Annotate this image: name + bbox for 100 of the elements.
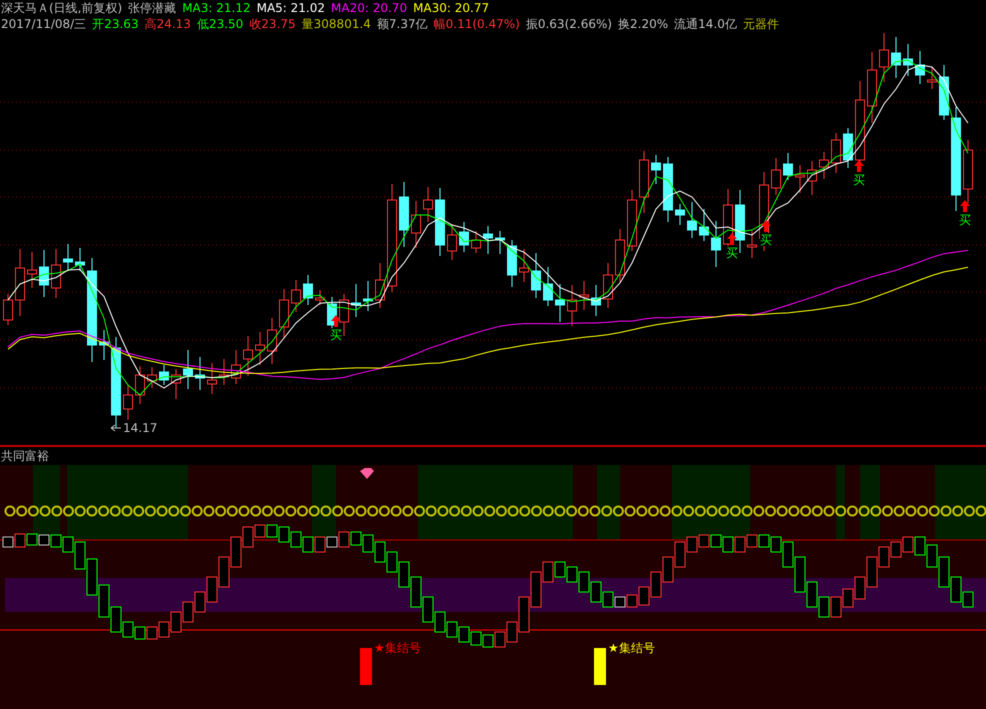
candlestick (195, 356, 205, 390)
candlestick (183, 350, 193, 390)
quote-value: 收23.75 (249, 16, 296, 32)
arrow-up-icon (727, 233, 737, 245)
candlestick (699, 208, 709, 242)
candlestick (27, 252, 37, 288)
signal-label: ★集结号 (374, 641, 421, 655)
candlestick (363, 280, 373, 312)
candlestick (867, 52, 877, 124)
candlestick (891, 36, 901, 78)
candlestick (243, 336, 253, 376)
candlestick (555, 284, 565, 322)
candlestick (711, 220, 721, 268)
candlestick (459, 222, 469, 252)
candlestick (423, 186, 433, 222)
candlestick (39, 250, 49, 298)
low-marker-arrow-icon (110, 424, 122, 432)
candlestick (771, 158, 781, 196)
quote-value: 量308801.4 (302, 16, 371, 32)
signal-label: ★集结号 (608, 641, 655, 655)
quote-value: 元器件 (742, 16, 779, 32)
candlestick (783, 152, 793, 180)
candlestick (291, 280, 301, 312)
candlestick (963, 140, 973, 204)
candlestick (879, 32, 889, 82)
candlestick (303, 274, 313, 306)
quote-value: 高24.13 (144, 16, 191, 32)
candlestick (99, 330, 109, 360)
candlestick (267, 318, 277, 364)
candlestick (171, 368, 181, 400)
candlestick (219, 358, 229, 386)
candlestick (927, 66, 937, 90)
candlestick (435, 188, 445, 256)
candlestick (231, 350, 241, 384)
candlestick (639, 150, 649, 214)
candlestick (591, 284, 601, 316)
candlestick (939, 64, 949, 120)
candlestick (627, 190, 637, 252)
candlestick (687, 202, 697, 238)
candlestick (819, 152, 829, 180)
candlestick (63, 244, 73, 270)
quote-value: 幅0.11(0.47%) (434, 16, 520, 32)
candlestick (567, 284, 577, 326)
candlestick (351, 284, 361, 318)
moving-average-value: MA5: 21.02 (256, 0, 326, 16)
candlestick (807, 160, 817, 196)
arrow-up-icon (854, 160, 864, 172)
candlestick (615, 228, 625, 282)
quote-value: 开23.63 (92, 16, 139, 32)
stock-title: 深天马Ａ(日线,前复权) (1, 0, 122, 16)
buy-signal-label: 买 (853, 173, 865, 187)
quote-value: 额7.37亿 (376, 16, 428, 32)
candlestick (747, 230, 757, 258)
arrow-up-icon (331, 315, 341, 327)
indicator-title: 共同富裕 (0, 448, 49, 465)
candlestick (3, 294, 13, 326)
candlestick (135, 366, 145, 404)
candlestick (375, 262, 385, 308)
candlestick (519, 248, 529, 282)
candlestick (843, 128, 853, 168)
quote-value: 振0.63(2.66%) (526, 16, 612, 32)
candlestick (675, 204, 685, 226)
quote-value: 流通14.0亿 (674, 16, 737, 32)
candlestick (51, 248, 61, 298)
moving-average-value: MA30: 20.77 (413, 0, 490, 16)
candlestick (795, 164, 805, 194)
candlestick (471, 230, 481, 254)
candlestick (495, 230, 505, 254)
candlestick (123, 384, 133, 420)
moving-average-value: MA3: 21.12 (182, 0, 251, 16)
candlestick (663, 156, 673, 222)
candlestick (315, 290, 325, 306)
candlestick (831, 132, 841, 174)
gem-icon (360, 468, 374, 479)
candlestick (543, 266, 553, 306)
candlestick (207, 362, 217, 394)
candlestick (915, 50, 925, 84)
candlestick (399, 182, 409, 248)
quote-value: 换2.20% (618, 16, 668, 32)
candlestick (411, 200, 421, 248)
candlestick (15, 248, 25, 316)
candlestick (531, 252, 541, 298)
candlestick (507, 240, 517, 288)
buy-signal-label: 买 (959, 213, 971, 227)
candlestick (651, 154, 661, 184)
arrow-up-icon (960, 200, 970, 212)
quote-value: 低23.50 (196, 16, 244, 32)
candlestick (603, 262, 613, 308)
candlestick (447, 224, 457, 260)
candlestick (147, 366, 157, 388)
quote-value: 2017/11/08/三 (1, 16, 86, 32)
moving-average-value: MA20: 20.70 (331, 0, 408, 16)
candlestick (579, 280, 589, 310)
candlestick (903, 44, 913, 76)
low-price-label: 14.17 (123, 421, 158, 435)
candlestick (483, 226, 493, 254)
arrow-up-icon (761, 220, 771, 232)
candlestick (279, 288, 289, 338)
indicator-name: 张停潜藏 (128, 0, 176, 16)
candlestick (159, 364, 169, 386)
